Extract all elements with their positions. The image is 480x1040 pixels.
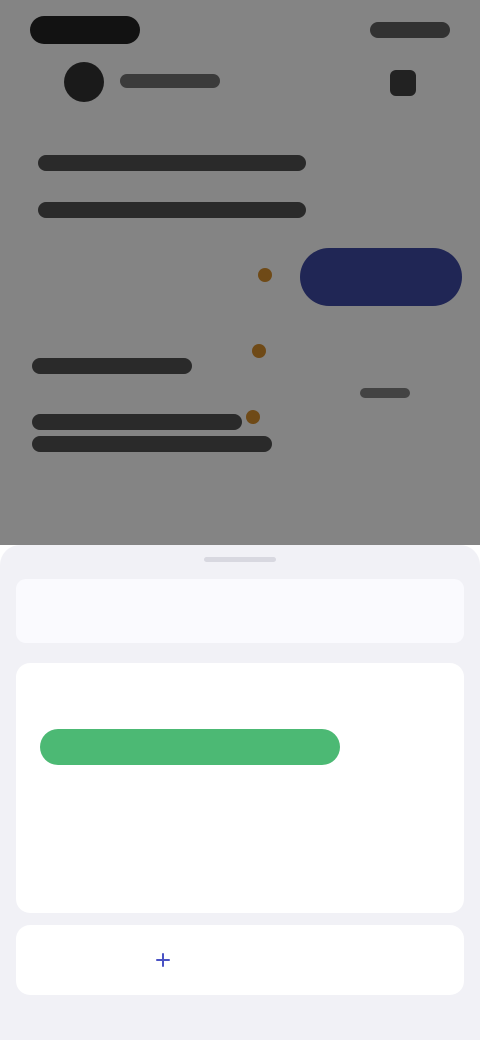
progress-bar (40, 729, 340, 765)
sheet-action-button[interactable] (16, 925, 464, 995)
plus-icon (156, 953, 170, 967)
progress-card (16, 663, 464, 913)
sheet-header (16, 579, 464, 643)
sheet-handle[interactable] (204, 557, 276, 562)
scrim-overlay[interactable] (0, 0, 480, 545)
bottom-sheet (0, 545, 480, 1040)
